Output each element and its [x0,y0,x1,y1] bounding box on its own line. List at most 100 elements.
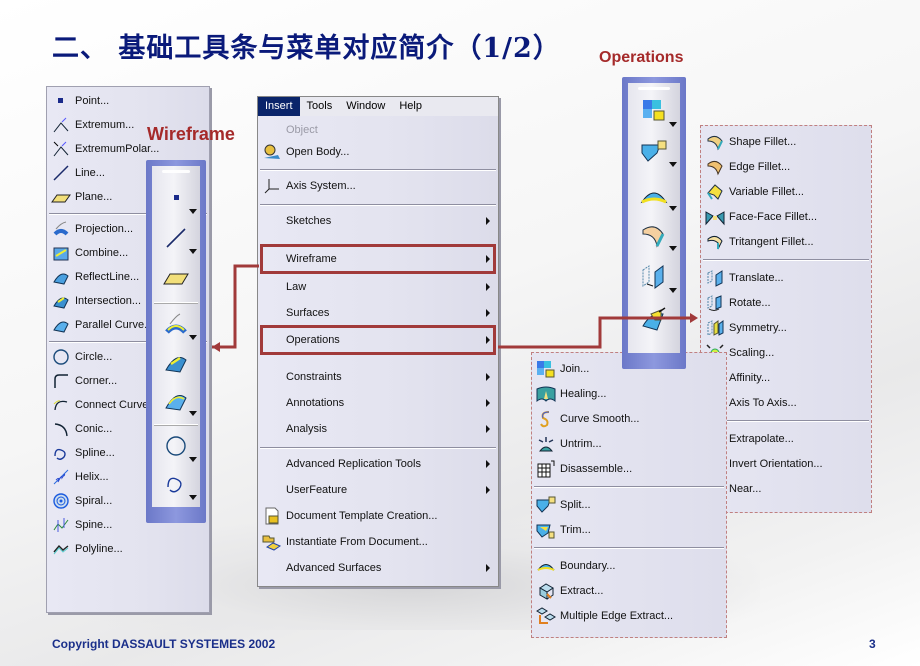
toolbar-button-spline[interactable] [152,468,200,504]
toolbar-grip[interactable] [638,87,670,90]
toolbar-grip[interactable] [162,170,190,173]
tritangent-fillet-icon [705,233,725,251]
toolbar-button-line[interactable] [152,222,200,258]
separator [703,259,869,261]
menu-item-point[interactable]: Point... [47,89,209,113]
extrapolate-icon [641,306,667,337]
menu-item-healing[interactable]: Healing... [532,382,726,406]
dropdown-arrow-icon[interactable] [669,206,677,211]
menu-item-rotate[interactable]: Rotate... [701,291,871,315]
toolbar-button-intersection[interactable] [152,346,200,382]
toolbar-button-circle[interactable] [152,430,200,466]
menubar-tools[interactable]: Tools [300,97,340,116]
menu-item-annotations[interactable]: Annotations [258,391,498,415]
separator [703,420,869,422]
join-icon [641,98,667,129]
toolbar-button-projection[interactable] [152,308,200,344]
toolbar-button-translate[interactable] [628,261,680,297]
dropdown-arrow-icon[interactable] [669,162,677,167]
dropdown-arrow-icon[interactable] [669,288,677,293]
menu-item-analysis[interactable]: Analysis [258,417,498,441]
toolbar-button-plane[interactable] [152,262,200,298]
menu-item-translate[interactable]: Translate... [701,266,871,290]
join-icon [536,360,556,378]
spline-icon [164,472,188,501]
separator [260,169,496,171]
menu-item-polyline[interactable]: Polyline... [47,537,209,561]
wireframe-toolbar[interactable] [146,160,206,523]
corner-icon [51,372,71,390]
dropdown-arrow-icon[interactable] [189,249,197,254]
toolbar-button-parallel-curve[interactable] [152,384,200,420]
menu-item-edge-fillet[interactable]: Edge Fillet... [701,155,871,179]
menu-item-axis-system[interactable]: Axis System... [258,174,498,198]
split-icon [640,139,668,168]
curve-smooth-icon [536,410,556,428]
menu-item-variable-fillet[interactable]: Variable Fillet... [701,180,871,204]
menu-item-constraints[interactable]: Constraints [258,365,498,389]
menu-item-surfaces[interactable]: Surfaces [258,301,498,325]
dropdown-arrow-icon[interactable] [189,411,197,416]
document-template-icon [262,507,282,525]
helix-icon [51,468,71,486]
dropdown-arrow-icon[interactable] [189,335,197,340]
menubar-insert[interactable]: Insert [258,97,300,116]
dropdown-arrow-icon[interactable] [189,209,197,214]
toolbar-button-split[interactable] [628,135,680,171]
dropdown-arrow-icon[interactable] [669,246,677,251]
toolbar-button-boundary[interactable] [628,179,680,215]
spine-icon [51,516,71,534]
boundary-icon [640,184,668,211]
slide-title: 二、 基础工具条与菜单对应简介（1/2） [52,33,561,64]
menu-item-disassemble[interactable]: Disassemble... [532,457,726,481]
parallel-curve-icon [51,316,71,334]
dropdown-arrow-icon[interactable] [669,122,677,127]
menu-item-multiple-edge-extract[interactable]: Multiple Edge Extract... [532,604,726,628]
symmetry-icon [705,319,725,337]
menu-item-split[interactable]: Split... [532,493,726,517]
submenu-arrow-icon [486,399,490,407]
menu-item-advanced-replication-tools[interactable]: Advanced Replication Tools [258,452,498,476]
reflect-line-icon [51,268,71,286]
face-face-fillet-icon [705,208,725,226]
menubar-help[interactable]: Help [392,97,429,116]
toolbar-button-point[interactable] [152,182,200,218]
operations-toolbar[interactable] [622,77,686,369]
menu-item-sketches[interactable]: Sketches [258,209,498,233]
dropdown-arrow-icon[interactable] [189,457,197,462]
extract-icon [536,582,556,600]
open-body-icon [262,143,282,161]
menu-item-tritangent-fillet[interactable]: Tritangent Fillet... [701,230,871,254]
highlight-box-operations [260,325,496,355]
menu-item-instantiate-from-document[interactable]: Instantiate From Document... [258,530,498,554]
submenu-arrow-icon [486,309,490,317]
menu-item-trim[interactable]: Trim... [532,518,726,542]
split-icon [536,496,556,514]
separator [260,204,496,206]
menu-item-advanced-surfaces[interactable]: Advanced Surfaces [258,556,498,580]
menu-item-extract[interactable]: Extract... [532,579,726,603]
menu-item-curve-smooth[interactable]: Curve Smooth... [532,407,726,431]
menu-item-untrim[interactable]: Untrim... [532,432,726,456]
menu-item-symmetry[interactable]: Symmetry... [701,316,871,340]
submenu-arrow-icon [486,460,490,468]
line-icon [51,164,71,182]
dropdown-arrow-icon[interactable] [189,495,197,500]
translate-icon [641,264,667,295]
menu-item-law[interactable]: Law [258,275,498,299]
spiral-icon [51,492,71,510]
menu-item-boundary[interactable]: Boundary... [532,554,726,578]
disassemble-icon [536,460,556,478]
point-icon [165,187,187,214]
menu-item-shape-fillet[interactable]: Shape Fillet... [701,130,871,154]
toolbar-button-shape-fillet[interactable] [628,219,680,255]
menu-item-open-body[interactable]: Open Body... [258,140,498,164]
menu-item-document-template-creation[interactable]: Document Template Creation... [258,504,498,528]
toolbar-button-extrapolate[interactable] [628,303,680,339]
menu-item-face-face-fillet[interactable]: Face-Face Fillet... [701,205,871,229]
menubar: Insert Tools Window Help [258,97,498,116]
toolbar-button-join[interactable] [628,95,680,131]
rotate-icon [705,294,725,312]
menu-item-userfeature[interactable]: UserFeature [258,478,498,502]
menubar-window[interactable]: Window [339,97,392,116]
